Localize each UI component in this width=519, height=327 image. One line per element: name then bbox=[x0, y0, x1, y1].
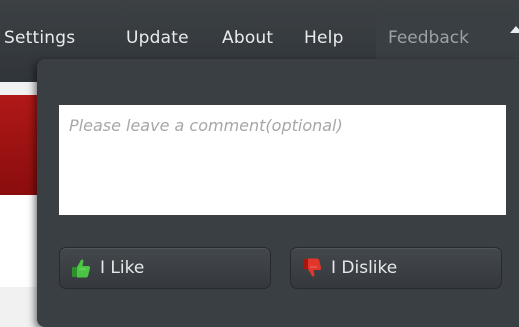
like-button[interactable]: I Like bbox=[59, 247, 271, 289]
app-window: Settings Update About Help Feedback I Li… bbox=[0, 0, 519, 327]
menu-item-settings[interactable]: Settings bbox=[4, 28, 75, 48]
comment-input[interactable] bbox=[59, 105, 506, 215]
menu-item-feedback[interactable]: Feedback bbox=[376, 17, 519, 61]
dislike-button-label: I Dislike bbox=[331, 258, 398, 278]
menu-item-update[interactable]: Update bbox=[126, 28, 189, 48]
menu-item-help[interactable]: Help bbox=[304, 28, 344, 48]
menu-item-about[interactable]: About bbox=[222, 28, 273, 48]
like-button-label: I Like bbox=[100, 258, 145, 278]
feedback-popup: I Like I Dislike bbox=[37, 59, 519, 327]
thumbs-up-icon bbox=[72, 259, 91, 278]
caret-up-icon bbox=[510, 26, 519, 33]
thumbs-down-icon bbox=[303, 258, 322, 277]
menu-item-feedback-label: Feedback bbox=[388, 28, 469, 48]
dislike-button[interactable]: I Dislike bbox=[290, 247, 502, 289]
